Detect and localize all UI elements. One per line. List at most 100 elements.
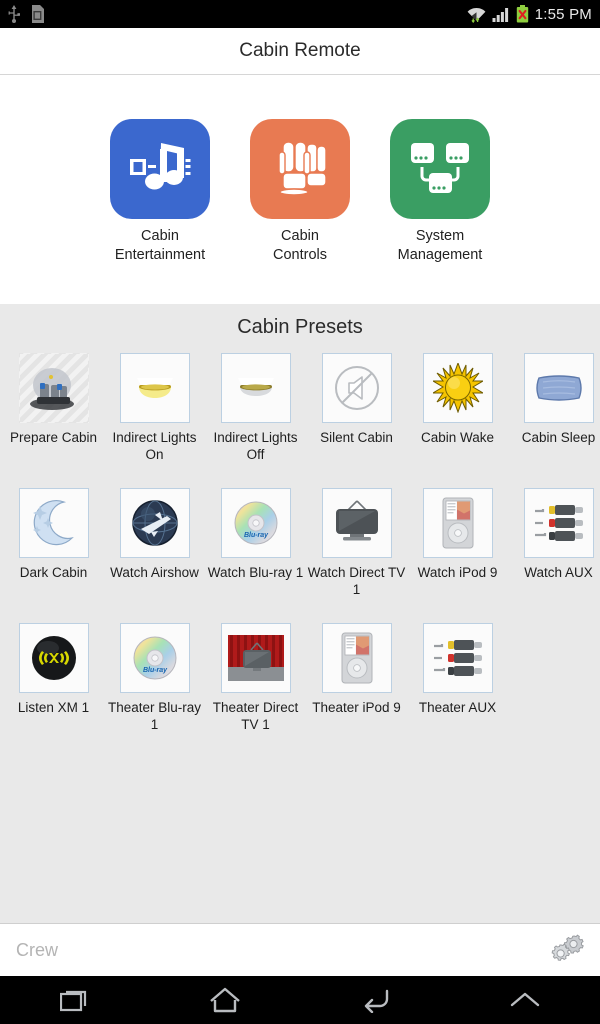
app-shortcut-label: System Management xyxy=(380,227,500,265)
preset-tile[interactable] xyxy=(220,623,291,693)
recents-icon xyxy=(60,990,87,1012)
rca-cables-icon xyxy=(534,505,583,541)
sun-icon xyxy=(432,363,483,413)
app-shortcut-cabin-entertainment[interactable]: Cabin Entertainment xyxy=(100,119,220,265)
app-shortcut-label: Cabin Entertainment xyxy=(100,227,220,265)
sd-card-icon xyxy=(32,5,44,23)
preset-tile[interactable] xyxy=(119,488,190,558)
preset-theater-aux[interactable]: Theater AUX xyxy=(407,623,508,758)
page-title: Cabin Remote xyxy=(239,40,361,61)
gears-icon[interactable] xyxy=(550,934,584,966)
wifi-icon xyxy=(467,8,486,23)
preset-watch-aux[interactable]: Watch AUX xyxy=(508,488,600,623)
app-shortcut-cabin-controls[interactable]: Cabin Controls xyxy=(240,119,360,265)
preset-cabin-sleep[interactable]: Cabin Sleep xyxy=(508,353,600,488)
mute-speaker-icon xyxy=(334,366,379,410)
android-nav-bar xyxy=(0,976,600,1024)
airshow-globe-icon xyxy=(131,500,178,546)
preset-tile[interactable]: Blu-ray xyxy=(220,488,291,558)
preset-label: Watch Blu-ray 1 xyxy=(207,565,304,580)
preset-dark-cabin[interactable]: Dark Cabin xyxy=(3,488,104,623)
nav-expand-button[interactable] xyxy=(450,990,600,1010)
preset-tile[interactable] xyxy=(18,488,89,558)
android-status-bar: 1:55 PM xyxy=(0,0,600,28)
nav-recents-button[interactable] xyxy=(0,987,150,1013)
status-clock: 1:55 PM xyxy=(534,5,592,23)
preset-label: Indirect Lights On xyxy=(112,430,197,462)
pillow-icon xyxy=(535,375,582,401)
preset-label: Watch AUX xyxy=(524,565,593,580)
preset-indirect-lights-on[interactable]: Indirect Lights On xyxy=(104,353,205,488)
prepare-cabin-icon xyxy=(29,368,74,410)
preset-silent-cabin[interactable]: Silent Cabin xyxy=(306,353,407,488)
preset-label: Theater Blu-ray 1 xyxy=(107,700,202,732)
moon-stars-icon xyxy=(32,500,74,546)
preset-tile[interactable]: Blu-ray xyxy=(119,623,190,693)
theater-tv-icon xyxy=(227,635,284,681)
preset-tile[interactable] xyxy=(422,488,493,558)
app-label-line1: Cabin xyxy=(281,228,319,244)
svg-text:Blu-ray: Blu-ray xyxy=(142,667,167,674)
preset-prepare-cabin[interactable]: Prepare Cabin xyxy=(3,353,104,488)
preset-watch-ipod-9[interactable]: Watch iPod 9 xyxy=(407,488,508,623)
preset-label: Silent Cabin xyxy=(320,430,393,445)
app-title-bar: Cabin Remote xyxy=(0,28,600,75)
preset-tile[interactable] xyxy=(119,353,190,423)
cabin-presets-grid: Prepare Cabin Indirect Lights On Indirec… xyxy=(0,353,600,758)
cabin-entertainment-tile[interactable] xyxy=(110,119,210,219)
preset-tile[interactable] xyxy=(422,623,493,693)
preset-label: Dark Cabin xyxy=(19,565,88,580)
rca-cables-icon xyxy=(433,640,482,676)
preset-label: Listen XM 1 xyxy=(17,700,90,715)
preset-watch-direct-tv-1[interactable]: Watch Direct TV 1 xyxy=(306,488,407,623)
app-label-line2: Management xyxy=(397,246,483,263)
preset-listen-xm-1[interactable]: Listen XM 1 xyxy=(3,623,104,758)
preset-tile[interactable] xyxy=(220,353,291,423)
app-label-line1: Cabin xyxy=(141,228,179,244)
bluray-disc-icon: Blu-ray xyxy=(234,501,277,545)
preset-label: Cabin Sleep xyxy=(521,430,596,445)
preset-cabin-wake[interactable]: Cabin Wake xyxy=(407,353,508,488)
preset-tile[interactable] xyxy=(18,353,89,423)
cabin-controls-tile[interactable] xyxy=(250,119,350,219)
ipod-icon xyxy=(341,632,372,684)
preset-label: Theater Direct TV 1 xyxy=(212,700,299,732)
preset-tile[interactable] xyxy=(321,353,392,423)
crew-input[interactable] xyxy=(16,939,550,961)
preset-watch-airshow[interactable]: Watch Airshow xyxy=(104,488,205,623)
preset-theater-direct-tv-1[interactable]: Theater Direct TV 1 xyxy=(205,623,306,758)
preset-tile[interactable] xyxy=(523,353,594,423)
app-label-line2: Entertainment xyxy=(114,246,206,263)
cellular-signal-icon xyxy=(492,8,508,22)
svg-text:Blu-ray: Blu-ray xyxy=(243,532,268,539)
app-label-line2: Controls xyxy=(273,246,327,263)
xm-radio-icon xyxy=(31,636,76,680)
preset-indirect-lights-off[interactable]: Indirect Lights Off xyxy=(205,353,306,488)
app-shortcut-system-management[interactable]: System Management xyxy=(380,119,500,265)
preset-label: Watch Airshow xyxy=(110,565,199,580)
status-left-icons xyxy=(6,5,45,23)
ipod-icon xyxy=(442,497,473,549)
nav-home-button[interactable] xyxy=(150,987,300,1013)
preset-tile[interactable] xyxy=(18,623,89,693)
preset-theater-bluray-1[interactable]: Blu-ray Theater Blu-ray 1 xyxy=(104,623,205,758)
television-icon xyxy=(335,500,378,541)
preset-tile[interactable] xyxy=(422,353,493,423)
home-icon xyxy=(210,987,240,1013)
nav-back-button[interactable] xyxy=(300,987,450,1013)
status-right-icons: 1:55 PM xyxy=(467,5,592,23)
preset-label: Watch iPod 9 xyxy=(417,565,498,580)
system-management-tile[interactable] xyxy=(390,119,490,219)
battery-error-icon xyxy=(516,5,528,23)
preset-tile[interactable] xyxy=(321,623,392,693)
preset-watch-bluray-1[interactable]: Blu-ray Watch Blu-ray 1 xyxy=(205,488,306,623)
usb-icon xyxy=(8,5,20,23)
preset-theater-ipod-9[interactable]: Theater iPod 9 xyxy=(306,623,407,758)
ceiling-light-off-icon xyxy=(237,378,274,396)
ceiling-light-on-icon xyxy=(136,378,173,398)
preset-tile[interactable] xyxy=(321,488,392,558)
app-label-line1: System xyxy=(415,228,465,244)
crew-bar xyxy=(0,923,600,976)
preset-tile[interactable] xyxy=(523,488,594,558)
preset-label: Cabin Wake xyxy=(420,430,495,445)
